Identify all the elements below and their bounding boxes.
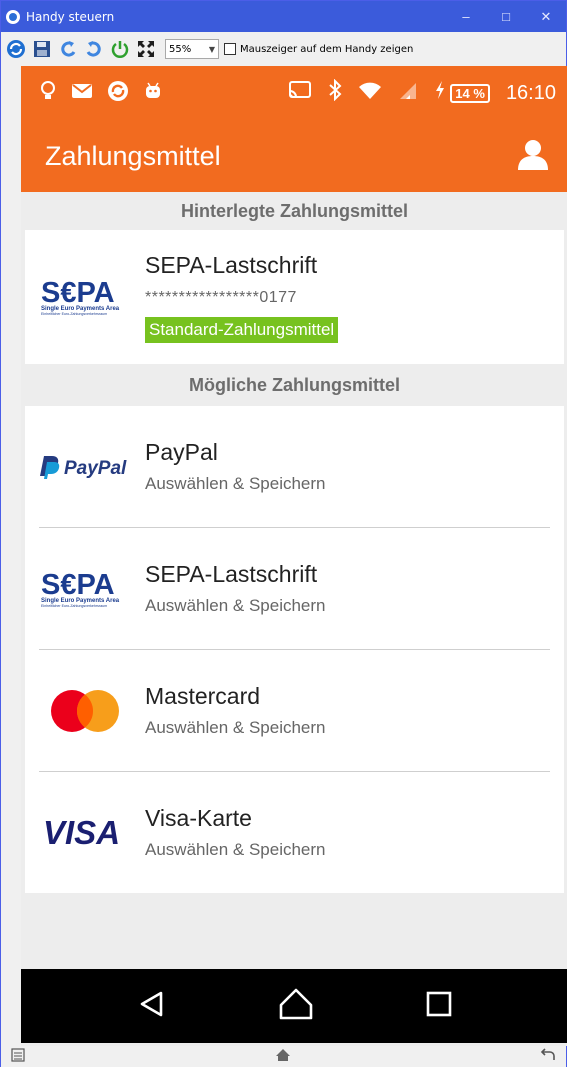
page-title: Zahlungsmittel xyxy=(45,140,221,171)
visa-wordmark: VISA xyxy=(43,815,120,851)
possible-section-header: Mögliche Zahlungsmittel xyxy=(21,364,567,406)
profile-icon[interactable] xyxy=(516,137,550,176)
minimize-button[interactable]: – xyxy=(446,1,486,32)
rotate-right-icon[interactable] xyxy=(83,38,105,60)
payment-option-paypal[interactable]: PayPal PayPal Auswählen & Speichern xyxy=(25,406,564,527)
saved-payment-name: SEPA-Lastschrift xyxy=(145,251,318,278)
android-statusbar: 14 % 16:10 xyxy=(21,66,567,120)
show-pointer-label: Mauszeiger auf dem Handy zeigen xyxy=(240,43,414,55)
sepa-tagline-de: Einheitlicher Euro-Zahlungsverkehrsraum xyxy=(41,604,107,608)
android-icon xyxy=(143,81,163,106)
sync-app-icon xyxy=(107,80,129,107)
mastercard-logo xyxy=(25,688,145,734)
select-and-save-link[interactable]: Auswählen & Speichern xyxy=(145,840,564,860)
select-and-save-link[interactable]: Auswählen & Speichern xyxy=(145,718,564,738)
host-window: Handy steuern – □ ✕ 55% ▼ Mauszeiger auf… xyxy=(0,0,567,1067)
charging-icon xyxy=(434,80,446,106)
power-icon[interactable] xyxy=(109,38,131,60)
battery-level: 14 % xyxy=(450,83,490,103)
back-icon[interactable] xyxy=(137,989,167,1024)
sepa-logo: S€PA Single Euro Payments Area Einheitli… xyxy=(25,569,145,609)
rotate-left-icon[interactable] xyxy=(57,38,79,60)
saved-payment-item[interactable]: S€PA Single Euro Payments Area Einheitli… xyxy=(25,230,564,364)
app-icon xyxy=(6,9,20,24)
phone-screen: 14 % 16:10 Zahlungsmittel Hinterlegte Za… xyxy=(21,66,567,1046)
sepa-wordmark: S€PA xyxy=(41,277,115,309)
host-toolbar: 55% ▼ Mauszeiger auf dem Handy zeigen xyxy=(1,32,566,66)
payment-option-name: Mastercard xyxy=(145,683,261,709)
mail-icon xyxy=(71,82,93,105)
saved-section-header: Hinterlegte Zahlungsmittel xyxy=(21,192,567,230)
home-icon[interactable] xyxy=(278,987,314,1026)
select-and-save-link[interactable]: Auswählen & Speichern xyxy=(145,596,564,616)
clock: 16:10 xyxy=(505,81,556,104)
cast-icon xyxy=(288,80,312,106)
home-icon[interactable] xyxy=(275,1048,291,1067)
payment-option-name: PayPal xyxy=(145,439,218,465)
payment-option-mastercard[interactable]: Mastercard Auswählen & Speichern xyxy=(25,650,564,771)
payment-option-visa[interactable]: VISA Visa-Karte Auswählen & Speichern xyxy=(25,772,564,893)
app-bar: Zahlungsmittel xyxy=(21,120,567,192)
sepa-logo: S€PA Single Euro Payments Area Einheitli… xyxy=(25,277,145,317)
payment-option-name: SEPA-Lastschrift xyxy=(145,561,318,587)
chevron-down-icon: ▼ xyxy=(208,44,215,54)
wifi-icon xyxy=(358,80,382,106)
saved-payment-card: S€PA Single Euro Payments Area Einheitli… xyxy=(25,230,564,364)
close-button[interactable]: ✕ xyxy=(526,1,566,32)
zoom-select[interactable]: 55% ▼ xyxy=(165,39,219,59)
maximize-button[interactable]: □ xyxy=(486,1,526,32)
possible-payment-card: PayPal PayPal Auswählen & Speichern S€PA… xyxy=(25,406,564,893)
window-title: Handy steuern xyxy=(26,9,115,24)
default-payment-badge: Standard-Zahlungsmittel xyxy=(145,316,339,343)
payment-option-sepa[interactable]: S€PA Single Euro Payments Area Einheitli… xyxy=(25,528,564,649)
host-bottombar xyxy=(1,1046,566,1067)
paypal-logo: PayPal xyxy=(25,452,145,482)
signal-icon xyxy=(398,80,418,106)
menu-icon[interactable] xyxy=(11,1047,25,1067)
save-icon[interactable] xyxy=(31,38,53,60)
android-navbar xyxy=(21,969,567,1043)
recents-icon[interactable] xyxy=(425,990,453,1023)
show-pointer-checkbox[interactable] xyxy=(224,43,236,55)
back-arrow-icon[interactable] xyxy=(540,1047,556,1067)
lightbulb-icon xyxy=(39,80,57,107)
select-and-save-link[interactable]: Auswählen & Speichern xyxy=(145,474,564,494)
paypal-wordmark: PayPal xyxy=(64,458,127,479)
sepa-tagline-de: Einheitlicher Euro-Zahlungsverkehrsraum xyxy=(41,312,107,316)
zoom-value: 55% xyxy=(169,43,192,55)
payment-option-name: Visa-Karte xyxy=(145,805,252,831)
fullscreen-icon[interactable] xyxy=(135,38,157,60)
refresh-icon[interactable] xyxy=(5,38,27,60)
sepa-wordmark: S€PA xyxy=(41,569,115,601)
saved-payment-masked-number: *****************0177 xyxy=(145,288,297,306)
visa-logo: VISA xyxy=(25,815,145,851)
bluetooth-icon xyxy=(328,78,342,107)
window-titlebar[interactable]: Handy steuern – □ ✕ xyxy=(1,1,566,32)
